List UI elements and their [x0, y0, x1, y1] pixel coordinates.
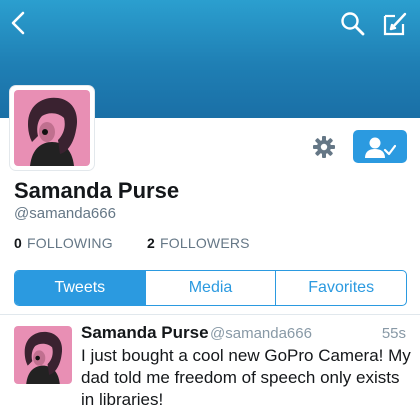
followers-count: 2	[147, 235, 155, 251]
settings-button[interactable]	[309, 132, 339, 162]
compose-button[interactable]	[378, 8, 412, 40]
tab-favorites[interactable]: Favorites	[275, 271, 406, 305]
profile-handle: @samanda666	[14, 205, 116, 222]
tweet-author-name[interactable]: Samanda Purse	[81, 323, 209, 343]
profile-avatar[interactable]	[10, 86, 94, 170]
tweet-avatar[interactable]	[14, 326, 72, 384]
search-button[interactable]	[336, 8, 370, 40]
tweet-timestamp: 55s	[381, 325, 406, 342]
tweet-text: I just bought a cool new GoPro Camera! M…	[81, 346, 411, 409]
divider	[0, 314, 420, 315]
tweet-author-handle[interactable]: @samanda666	[210, 325, 312, 342]
avatar-image	[14, 326, 72, 384]
avatar-image	[14, 90, 90, 166]
compose-icon	[383, 12, 407, 36]
search-icon	[341, 12, 365, 36]
follow-button[interactable]	[353, 130, 407, 163]
tab-media[interactable]: Media	[144, 271, 276, 305]
following-label: FOLLOWING	[27, 235, 113, 251]
profile-tabs: Tweets Media Favorites	[14, 270, 407, 306]
profile-name: Samanda Purse	[14, 178, 180, 203]
back-button[interactable]	[4, 8, 34, 38]
following-count: 0	[14, 235, 22, 251]
following-stat[interactable]: 0 FOLLOWING	[14, 235, 113, 251]
followers-stat[interactable]: 2 FOLLOWERS	[147, 235, 250, 251]
chevron-left-icon	[11, 11, 25, 35]
followers-label: FOLLOWERS	[160, 235, 250, 251]
tab-tweets[interactable]: Tweets	[15, 271, 145, 305]
gear-icon	[313, 136, 335, 158]
user-check-icon	[365, 137, 396, 158]
